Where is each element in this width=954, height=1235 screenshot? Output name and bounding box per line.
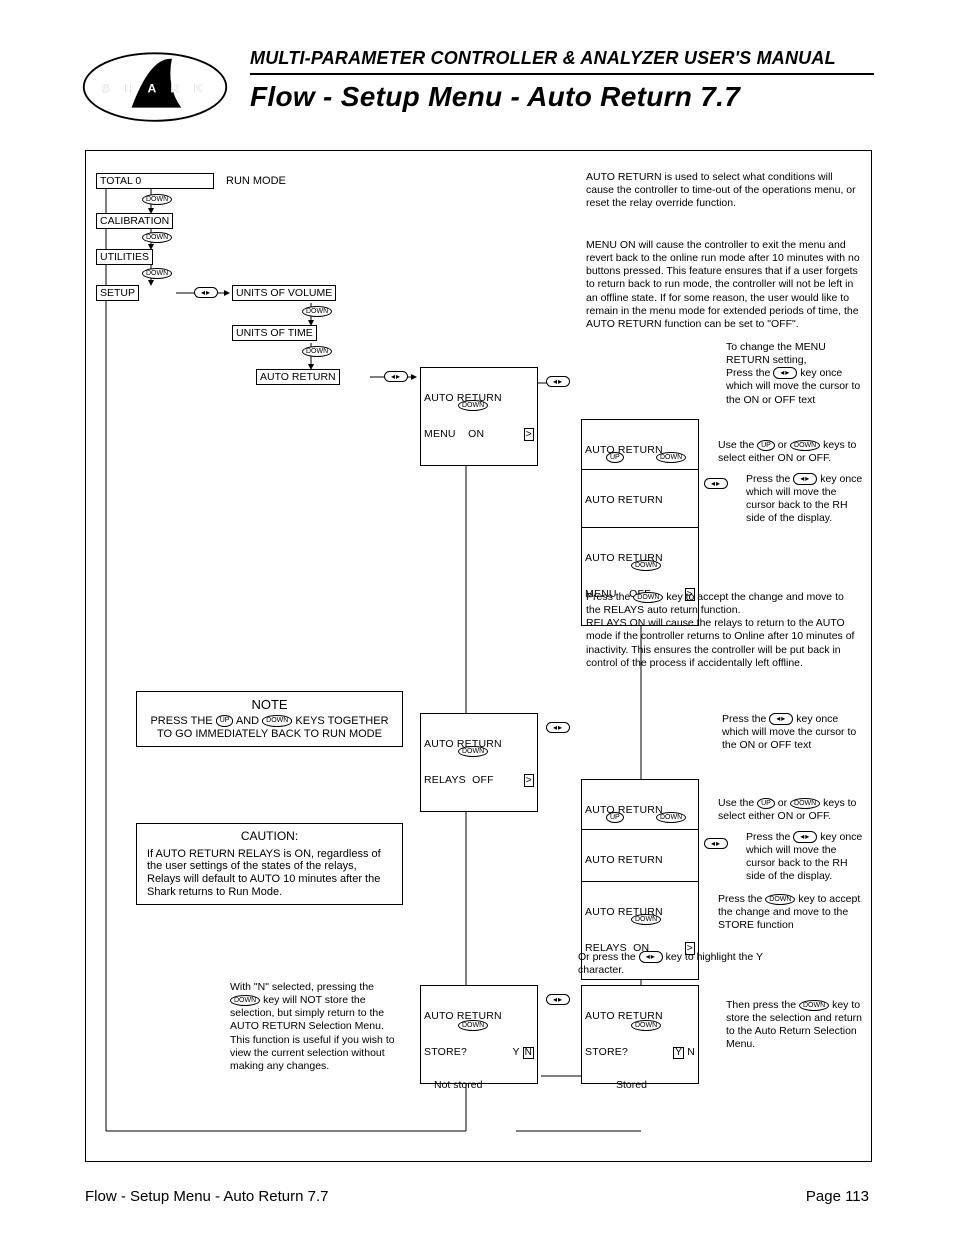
with-n-text: With "N" selected, pressing the DOWN key…	[230, 981, 405, 1073]
intro-text: AUTO RETURN is used to select what condi…	[586, 171, 856, 210]
header: S H A R K S H A R K MULTI-PARAMETER CONT…	[80, 48, 874, 128]
lr-key-7: ◂▸	[546, 993, 570, 1006]
flow-diagram: TOTAL 0 RUN MODE DOWN CALIBRATION DOWN U…	[85, 150, 872, 1162]
down-key-10: DOWN	[656, 811, 686, 824]
down-key-1: DOWN	[142, 193, 172, 206]
menu-total: TOTAL 0	[96, 173, 214, 189]
lr-key-1: ◂▸	[194, 286, 218, 299]
up-key-1: UP	[606, 451, 624, 464]
document-supertitle: MULTI-PARAMETER CONTROLLER & ANALYZER US…	[250, 48, 874, 75]
shark-logo: S H A R K S H A R K	[80, 48, 230, 126]
lr-key-2: ◂▸	[384, 370, 408, 383]
then-press-text: Then press the DOWN key to store the sel…	[726, 999, 866, 1052]
lr-key-6: ◂▸	[704, 837, 728, 850]
press-lr-back-1: Press the ◂▸ key once which will move th…	[746, 473, 866, 526]
caution-body: If AUTO RETURN RELAYS is ON, regardless …	[147, 848, 392, 899]
down-key-3: DOWN	[142, 267, 172, 280]
lcd-store-yn-right: AUTO RETURN STORE?Y N	[581, 985, 699, 1084]
footer: Flow - Setup Menu - Auto Return 7.7 Page…	[85, 1188, 869, 1205]
down-key-13: DOWN	[631, 1019, 661, 1032]
menu-auto-return: AUTO RETURN	[256, 369, 340, 385]
down-key-2: DOWN	[142, 231, 172, 244]
down-key-7: DOWN	[656, 451, 686, 464]
accept-down-text: Press the DOWN key to accept the change …	[586, 591, 861, 670]
use-keys-text-2: Use the UP or DOWN keys to select either…	[718, 797, 868, 823]
document-title: Flow - Setup Menu - Auto Return 7.7	[250, 81, 874, 113]
lcd-menu-on: AUTO RETURN MENU ON>	[420, 367, 538, 466]
up-key-2: UP	[606, 811, 624, 824]
down-key-5: DOWN	[302, 345, 332, 358]
menu-on-desc: MENU ON will cause the controller to exi…	[586, 239, 861, 331]
svg-text:S H A R K: S H A R K	[102, 82, 209, 96]
lr-key-4: ◂▸	[704, 477, 728, 490]
stored-label: Stored	[616, 1079, 647, 1092]
not-stored-label: Not stored	[434, 1079, 482, 1092]
note-title: NOTE	[147, 698, 392, 713]
use-keys-text-1: Use the UP or DOWN keys to select either…	[718, 439, 868, 465]
note-box: NOTE PRESS THE UP AND DOWN KEYS TOGETHER…	[136, 691, 403, 747]
run-mode-label: RUN MODE	[226, 175, 286, 188]
menu-units-time: UNITS OF TIME	[232, 325, 317, 341]
relays-store-text: Press the DOWN key to accept the change …	[718, 893, 868, 932]
lcd-store-yn-left: AUTO RETURN STORE?Y N	[420, 985, 538, 1084]
press-lr-back-2: Press the ◂▸ key once which will move th…	[746, 831, 866, 884]
caution-box: CAUTION: If AUTO RETURN RELAYS is ON, re…	[136, 823, 403, 905]
change-setting-text: To change the MENU RETURN setting, Press…	[726, 341, 866, 407]
down-key-12: DOWN	[458, 1019, 488, 1032]
lr-key-3: ◂▸	[546, 375, 570, 388]
menu-setup: SETUP	[96, 285, 139, 301]
page: S H A R K S H A R K MULTI-PARAMETER CONT…	[0, 0, 954, 1235]
down-key-4: DOWN	[302, 305, 332, 318]
relays-press-lr-text: Press the ◂▸ key once which will move th…	[722, 713, 867, 752]
down-key-9: DOWN	[458, 745, 488, 758]
down-key-6: DOWN	[458, 399, 488, 412]
down-key-11: DOWN	[631, 913, 661, 926]
footer-right: Page 113	[806, 1188, 869, 1205]
menu-utilities: UTILITIES	[96, 249, 153, 265]
lcd-relays-off: AUTO RETURN RELAYS OFF>	[420, 713, 538, 812]
menu-units-volume: UNITS OF VOLUME	[232, 285, 336, 301]
footer-left: Flow - Setup Menu - Auto Return 7.7	[85, 1188, 328, 1205]
lr-key-5: ◂▸	[546, 721, 570, 734]
note-body: PRESS THE UP AND DOWN KEYS TOGETHER TO G…	[147, 715, 392, 740]
or-press-text: Or press the ◂▸ key to highlight the Y c…	[578, 951, 778, 977]
menu-calibration: CALIBRATION	[96, 213, 173, 229]
caution-title: CAUTION:	[147, 830, 392, 844]
down-key-8: DOWN	[631, 559, 661, 572]
